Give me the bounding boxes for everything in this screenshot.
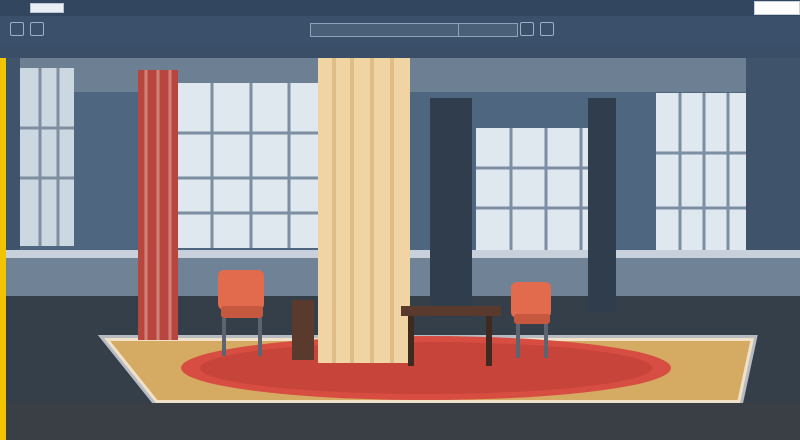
top-menu-bar <box>0 0 800 16</box>
window-right <box>476 128 606 253</box>
curtain-cream <box>318 58 410 363</box>
toolbar-icon[interactable] <box>30 22 44 36</box>
toolbar <box>0 16 800 45</box>
menu-row <box>72 3 132 13</box>
search-input[interactable] <box>310 23 460 37</box>
window-far-right <box>656 93 748 263</box>
toolbar-icon[interactable] <box>540 22 554 36</box>
illustration-svg <box>6 58 800 440</box>
table-leg <box>486 316 492 366</box>
wood-stand <box>292 300 314 360</box>
app-window <box>0 0 800 440</box>
table-leg <box>408 316 414 366</box>
sub-toolbar <box>0 44 800 58</box>
curtain-dark-left <box>430 98 472 318</box>
toolbar-icon[interactable] <box>520 22 534 36</box>
app-logo-box[interactable] <box>30 3 64 13</box>
toolbar-icon[interactable] <box>10 22 24 36</box>
curtain-dark-right <box>588 98 616 313</box>
canvas-illustration <box>6 58 800 440</box>
floor-foreground <box>6 403 800 440</box>
window-left <box>20 68 74 246</box>
table-top <box>401 306 501 316</box>
window-center <box>174 83 324 248</box>
window-controls[interactable] <box>754 1 800 15</box>
red-rug-inner <box>200 342 652 394</box>
search-input-secondary[interactable] <box>458 23 518 37</box>
